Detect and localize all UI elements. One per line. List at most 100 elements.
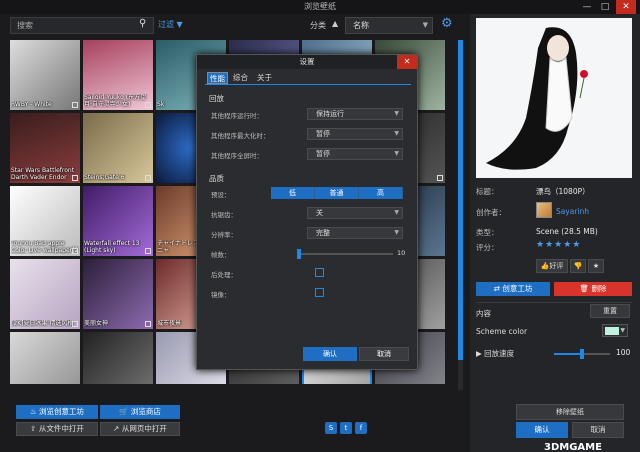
minimize-button[interactable]: — bbox=[580, 0, 594, 14]
dislike-button[interactable]: 👎 bbox=[570, 259, 586, 273]
author-link[interactable]: Sayarinh bbox=[556, 207, 589, 216]
other-full-select[interactable]: 暂停 ▼ bbox=[307, 148, 403, 160]
browse-store-button[interactable]: 🛒 浏览商店 bbox=[100, 405, 180, 419]
playback-section-title: 回放 bbox=[209, 94, 224, 103]
playback-speed-value: 100 bbox=[616, 348, 631, 357]
wallpaper-tile-caption: [2K]夏日冰果 精选风格 bbox=[11, 320, 74, 327]
wallpaper-tile[interactable]: 美丽女神 bbox=[83, 259, 153, 329]
twitter-icon[interactable]: t bbox=[340, 422, 352, 434]
wallpaper-tile[interactable]: Star Wars Battlefront Darth Vader Endor … bbox=[10, 113, 80, 183]
wallpaper-tile[interactable]: [动Live]在那遥远的地方 bbox=[83, 332, 153, 384]
wallpaper-tile[interactable]: Touhou Bad apple Color Live wallpaper(2 … bbox=[10, 186, 80, 256]
other-running-select[interactable]: 保持运行 ▼ bbox=[307, 108, 403, 120]
ok-button[interactable]: 确认 bbox=[516, 422, 568, 438]
sort-select[interactable]: 名称 ▼ bbox=[345, 17, 433, 34]
open-web-button[interactable]: ↗ 从网页中打开 bbox=[100, 422, 180, 436]
fps-slider-handle[interactable] bbox=[297, 249, 301, 259]
preset-normal[interactable]: 普通 bbox=[315, 187, 359, 199]
wallpaper-tile[interactable]: Steins;Gate 6 bbox=[83, 113, 153, 183]
wallpaper-tile-caption: Touhou Bad apple Color Live wallpaper(2 … bbox=[11, 240, 79, 254]
other-max-select[interactable]: 暂停 ▼ bbox=[307, 128, 403, 140]
upload-icon: ⇧ bbox=[30, 424, 39, 433]
details-panel: 标题： 漂鸟（1080P） 创作者： Sayarinh 类型： Scene (2… bbox=[470, 14, 640, 452]
dialog-ok-button[interactable]: 确认 bbox=[303, 347, 357, 361]
tab-about[interactable]: 关于 bbox=[255, 72, 274, 84]
scheme-color-picker[interactable]: ▼ bbox=[602, 324, 628, 337]
aa-value: 关 bbox=[316, 209, 323, 217]
maximize-button[interactable]: □ bbox=[598, 0, 612, 14]
preset-high[interactable]: 高 bbox=[359, 187, 403, 199]
wallpaper-tile[interactable]: Waterfall effect 13 (Light sky) bbox=[83, 186, 153, 256]
cancel-button[interactable]: 取消 bbox=[572, 422, 624, 438]
dialog-close-button[interactable]: ✕ bbox=[397, 55, 417, 69]
sort-label: 分类 bbox=[310, 21, 326, 30]
toolbar: 搜索 ⚲ 过滤 ▼ 分类 ▲ 名称 ▼ ⚙ bbox=[0, 14, 466, 36]
grid-scrollbar[interactable] bbox=[458, 40, 463, 390]
chevron-down-icon: ▼ bbox=[394, 110, 399, 117]
wallpaper-tile-caption: Waterfall effect 13 (Light sky) bbox=[84, 240, 140, 254]
scrollbar-thumb[interactable] bbox=[458, 40, 463, 360]
wallpaper-tile[interactable]: Sailgirl Yuuko (东方望月·自守灵寺少女) bbox=[83, 40, 153, 110]
tile-type-icon bbox=[72, 248, 78, 254]
wallpaper-tile-caption: 美丽女神 bbox=[84, 320, 109, 327]
postprocess-checkbox[interactable] bbox=[315, 268, 324, 277]
star-icon: ★ bbox=[592, 262, 600, 270]
wallpaper-tile[interactable]: 美丽的女孩战场 1 bbox=[10, 332, 80, 384]
wallpaper-tile[interactable]: [2K]夏日冰果 精选风格 bbox=[10, 259, 80, 329]
search-icon[interactable]: ⚲ bbox=[139, 18, 146, 29]
slider-handle[interactable] bbox=[580, 349, 584, 359]
other-running-label: 其他程序运行时： bbox=[211, 112, 263, 120]
resolution-label: 分辨率： bbox=[211, 231, 237, 239]
reflection-checkbox[interactable] bbox=[315, 288, 324, 297]
type-value: Scene (28.5 MB) bbox=[536, 227, 598, 236]
aa-select[interactable]: 关 ▼ bbox=[307, 207, 403, 219]
dialog-cancel-button[interactable]: 取消 bbox=[359, 347, 409, 361]
delete-label: 删除 bbox=[591, 284, 607, 293]
social-links: S t f bbox=[325, 422, 367, 434]
filter-button[interactable]: 过滤 ▼ bbox=[158, 19, 183, 30]
facebook-icon[interactable]: f bbox=[355, 422, 367, 434]
wallpaper-tile-caption: Steins;Gate 6 bbox=[84, 174, 125, 181]
sort-select-value: 名称 bbox=[353, 21, 369, 30]
color-chip bbox=[605, 327, 619, 335]
favorite-button[interactable]: ★ bbox=[588, 259, 604, 273]
workshop-label: 创意工坊 bbox=[502, 284, 533, 293]
content-label: 内容 bbox=[476, 309, 491, 318]
tile-type-icon bbox=[145, 175, 151, 181]
preset-low[interactable]: 低 bbox=[271, 187, 315, 199]
other-full-label: 其他程序全屏时： bbox=[211, 152, 263, 160]
sort-ascending-icon[interactable]: ▲ bbox=[332, 19, 338, 28]
gear-icon[interactable]: ⚙ bbox=[441, 16, 453, 31]
title-value: 漂鸟（1080P） bbox=[536, 187, 590, 196]
other-max-value: 暂停 bbox=[316, 130, 330, 138]
delete-button[interactable]: 🗑 删除 bbox=[554, 282, 632, 296]
avatar[interactable] bbox=[536, 202, 552, 218]
filter-label: 过滤 bbox=[158, 20, 174, 29]
close-button[interactable]: ✕ bbox=[616, 0, 636, 14]
tile-type-icon bbox=[145, 102, 151, 108]
window-titlebar: 浏览壁纸 — □ ✕ bbox=[0, 0, 640, 14]
chevron-down-icon: ▼ bbox=[394, 229, 399, 236]
like-button[interactable]: 👍好评 bbox=[536, 259, 568, 273]
open-file-button[interactable]: ⇧ 从文件中打开 bbox=[16, 422, 98, 436]
wallpaper-tile[interactable]: RWBY - White bbox=[10, 40, 80, 110]
steam-social-icon[interactable]: S bbox=[325, 422, 337, 434]
wallpaper-tile-caption: Star Wars Battlefront Darth Vader Endor … bbox=[11, 167, 75, 181]
resolution-select[interactable]: 完整 ▼ bbox=[307, 227, 403, 239]
tab-performance[interactable]: 性能 bbox=[207, 72, 228, 84]
reset-button[interactable]: 重置 bbox=[590, 304, 630, 318]
fps-slider[interactable] bbox=[297, 249, 393, 259]
aa-label: 抗锯齿： bbox=[211, 211, 237, 219]
search-input[interactable]: 搜索 bbox=[10, 17, 154, 34]
tile-type-icon bbox=[72, 321, 78, 327]
remove-wallpaper-button[interactable]: 移除壁纸 bbox=[516, 404, 624, 420]
wallpaper-tile-caption: Sailgirl Yuuko (东方望月·自守灵寺少女) bbox=[84, 94, 147, 108]
tab-general[interactable]: 综合 bbox=[231, 72, 250, 84]
playback-speed-slider[interactable] bbox=[554, 349, 610, 359]
other-full-value: 暂停 bbox=[316, 150, 330, 158]
slider-fill bbox=[554, 353, 582, 355]
chevron-down-icon: ▼ bbox=[422, 21, 428, 29]
like-label: 好评 bbox=[549, 262, 564, 270]
browse-workshop-button[interactable]: ♨ 浏览创意工坊 bbox=[16, 405, 98, 419]
workshop-button[interactable]: ⇄ 创意工坊 bbox=[476, 282, 550, 296]
